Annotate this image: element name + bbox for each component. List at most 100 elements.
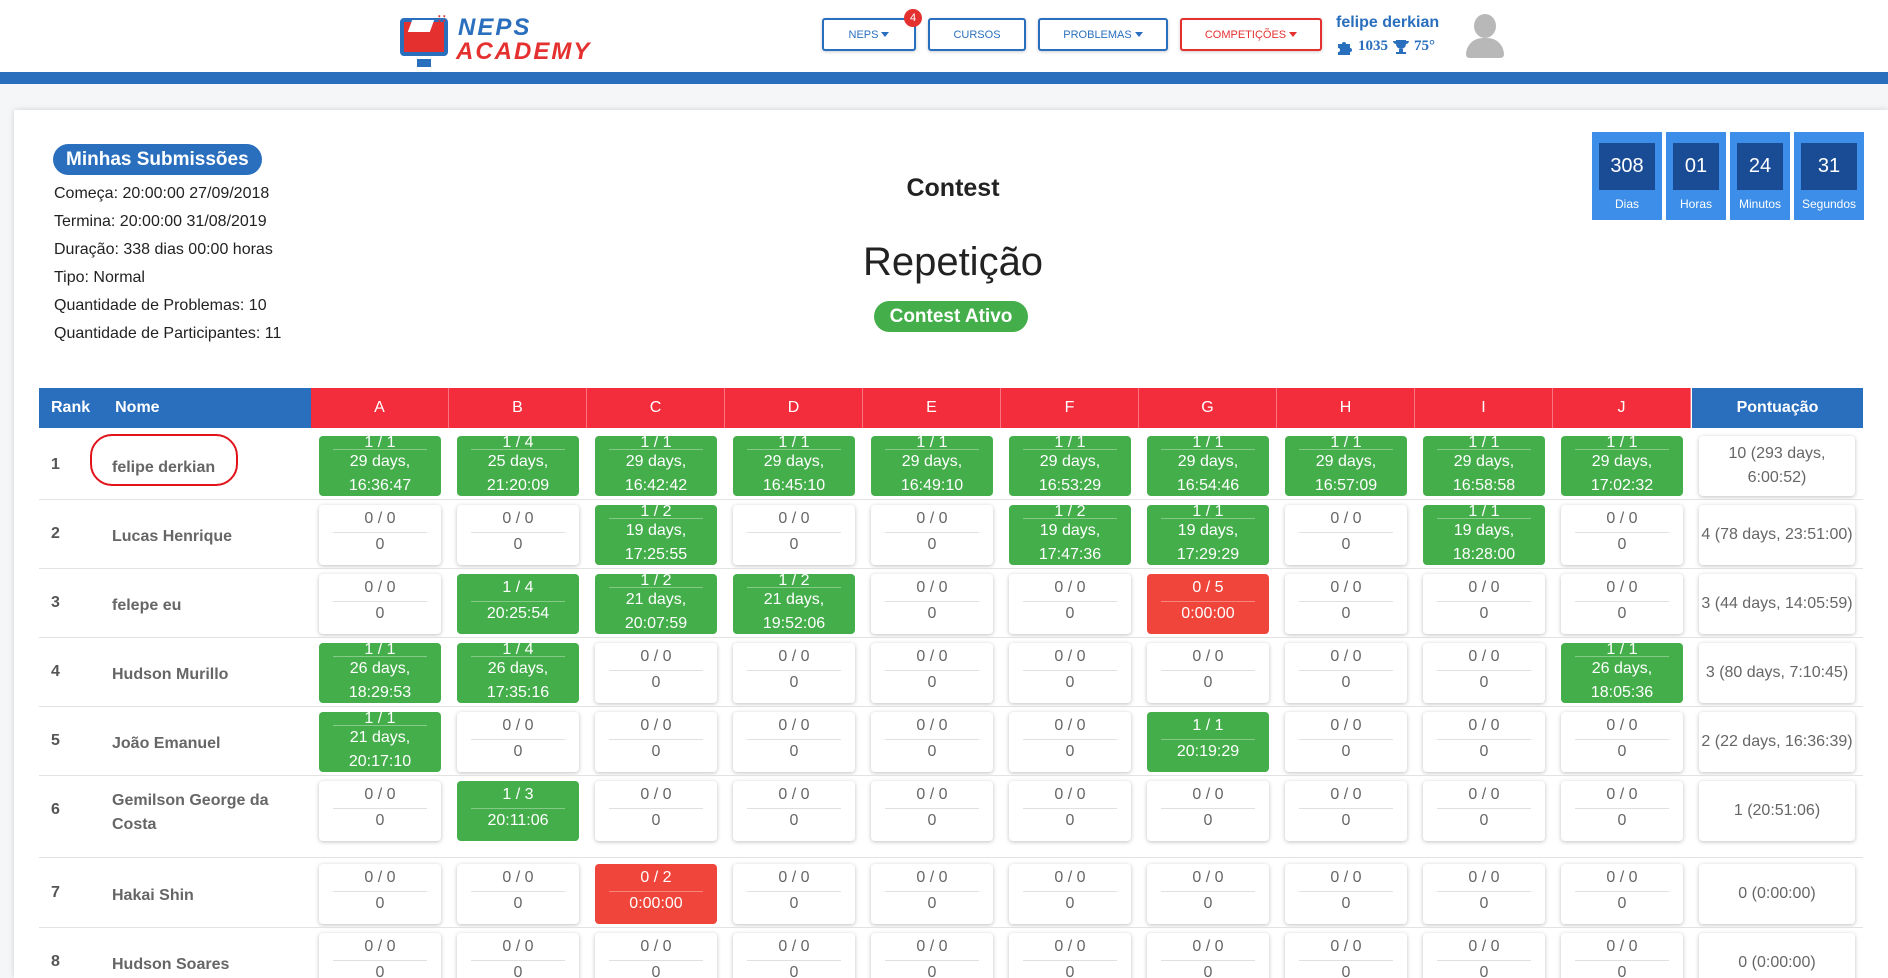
problem-cell-g[interactable]: 1 / 1 19 days, 17:29:29 xyxy=(1147,505,1269,565)
problem-cell-c[interactable]: 1 / 1 29 days, 16:42:42 xyxy=(595,436,717,496)
problem-cell-d[interactable]: 1 / 2 21 days, 19:52:06 xyxy=(733,574,855,634)
participant-name[interactable]: Gemilson George da Costa xyxy=(112,789,282,837)
problem-cell-i[interactable]: 1 / 1 19 days, 18:28:00 xyxy=(1423,505,1545,565)
problem-cell-d[interactable]: 0 / 0 0 xyxy=(733,864,855,924)
problem-cell-c[interactable]: 0 / 0 0 xyxy=(595,781,717,841)
problem-cell-f[interactable]: 0 / 0 0 xyxy=(1009,643,1131,703)
participant-name[interactable]: João Emanuel xyxy=(112,732,282,756)
problem-cell-b[interactable]: 0 / 0 0 xyxy=(457,864,579,924)
problem-cell-g[interactable]: 0 / 5 0:00:00 xyxy=(1147,574,1269,634)
problem-cell-d[interactable]: 0 / 0 0 xyxy=(733,781,855,841)
problem-cell-a[interactable]: 0 / 0 0 xyxy=(319,933,441,978)
problem-cell-b[interactable]: 1 / 4 25 days, 21:20:09 xyxy=(457,436,579,496)
problem-cell-j[interactable]: 1 / 1 26 days, 18:05:36 xyxy=(1561,643,1683,703)
problem-cell-c[interactable]: 0 / 0 0 xyxy=(595,933,717,978)
problem-cell-f[interactable]: 1 / 2 19 days, 17:47:36 xyxy=(1009,505,1131,565)
problem-cell-c[interactable]: 1 / 2 21 days, 20:07:59 xyxy=(595,574,717,634)
participant-name[interactable]: Hudson Soares xyxy=(112,953,282,977)
problem-cell-h[interactable]: 0 / 0 0 xyxy=(1285,781,1407,841)
problem-cell-a[interactable]: 1 / 1 21 days, 20:17:10 xyxy=(319,712,441,772)
problem-cell-j[interactable]: 1 / 1 29 days, 17:02:32 xyxy=(1561,436,1683,496)
problem-cell-b[interactable]: 1 / 3 20:11:06 xyxy=(457,781,579,841)
problem-header-d[interactable]: D xyxy=(725,388,863,428)
problem-cell-f[interactable]: 0 / 0 0 xyxy=(1009,781,1131,841)
participant-name[interactable]: Lucas Henrique xyxy=(112,525,282,549)
problem-cell-i[interactable]: 0 / 0 0 xyxy=(1423,574,1545,634)
problem-cell-f[interactable]: 1 / 1 29 days, 16:53:29 xyxy=(1009,436,1131,496)
problem-cell-c[interactable]: 1 / 2 19 days, 17:25:55 xyxy=(595,505,717,565)
problem-cell-c[interactable]: 0 / 0 0 xyxy=(595,712,717,772)
user-name[interactable]: felipe derkian xyxy=(1336,14,1439,32)
problem-cell-h[interactable]: 1 / 1 29 days, 16:57:09 xyxy=(1285,436,1407,496)
problem-cell-e[interactable]: 0 / 0 0 xyxy=(871,643,993,703)
problem-cell-h[interactable]: 0 / 0 0 xyxy=(1285,864,1407,924)
problem-cell-b[interactable]: 0 / 0 0 xyxy=(457,933,579,978)
problem-header-j[interactable]: J xyxy=(1553,388,1691,428)
problem-cell-e[interactable]: 1 / 1 29 days, 16:49:10 xyxy=(871,436,993,496)
problem-cell-j[interactable]: 0 / 0 0 xyxy=(1561,574,1683,634)
problem-cell-b[interactable]: 1 / 4 26 days, 17:35:16 xyxy=(457,643,579,703)
nav-cursos[interactable]: CURSOS xyxy=(928,18,1026,51)
problem-cell-e[interactable]: 0 / 0 0 xyxy=(871,505,993,565)
problem-cell-a[interactable]: 0 / 0 0 xyxy=(319,574,441,634)
problem-cell-e[interactable]: 0 / 0 0 xyxy=(871,712,993,772)
problem-cell-f[interactable]: 0 / 0 0 xyxy=(1009,933,1131,978)
problem-cell-b[interactable]: 1 / 4 20:25:54 xyxy=(457,574,579,634)
problem-cell-h[interactable]: 0 / 0 0 xyxy=(1285,574,1407,634)
neps-academy-logo[interactable]: ∷ NEPS ACADEMY xyxy=(400,12,589,67)
my-submissions-button[interactable]: Minhas Submissões xyxy=(53,144,262,175)
problem-cell-g[interactable]: 1 / 1 20:19:29 xyxy=(1147,712,1269,772)
problem-header-i[interactable]: I xyxy=(1415,388,1553,428)
problem-cell-j[interactable]: 0 / 0 0 xyxy=(1561,781,1683,841)
problem-cell-b[interactable]: 0 / 0 0 xyxy=(457,505,579,565)
problem-cell-c[interactable]: 0 / 0 0 xyxy=(595,643,717,703)
problem-header-b[interactable]: B xyxy=(449,388,587,428)
problem-header-g[interactable]: G xyxy=(1139,388,1277,428)
problem-cell-d[interactable]: 0 / 0 0 xyxy=(733,505,855,565)
problem-cell-d[interactable]: 0 / 0 0 xyxy=(733,643,855,703)
problem-cell-d[interactable]: 0 / 0 0 xyxy=(733,933,855,978)
problem-cell-j[interactable]: 0 / 0 0 xyxy=(1561,933,1683,978)
problem-cell-i[interactable]: 1 / 1 29 days, 16:58:58 xyxy=(1423,436,1545,496)
problem-header-a[interactable]: A xyxy=(311,388,449,428)
problem-cell-h[interactable]: 0 / 0 0 xyxy=(1285,643,1407,703)
problem-cell-a[interactable]: 0 / 0 0 xyxy=(319,505,441,565)
avatar[interactable] xyxy=(1466,14,1504,58)
problem-cell-e[interactable]: 0 / 0 0 xyxy=(871,933,993,978)
problem-header-h[interactable]: H xyxy=(1277,388,1415,428)
problem-cell-g[interactable]: 1 / 1 29 days, 16:54:46 xyxy=(1147,436,1269,496)
problem-cell-g[interactable]: 0 / 0 0 xyxy=(1147,643,1269,703)
problem-cell-i[interactable]: 0 / 0 0 xyxy=(1423,712,1545,772)
problem-cell-e[interactable]: 0 / 0 0 xyxy=(871,781,993,841)
problem-cell-a[interactable]: 1 / 1 29 days, 16:36:47 xyxy=(319,436,441,496)
problem-cell-j[interactable]: 0 / 0 0 xyxy=(1561,712,1683,772)
problem-cell-i[interactable]: 0 / 0 0 xyxy=(1423,781,1545,841)
problem-cell-g[interactable]: 0 / 0 0 xyxy=(1147,781,1269,841)
problem-cell-c[interactable]: 0 / 2 0:00:00 xyxy=(595,864,717,924)
problem-cell-f[interactable]: 0 / 0 0 xyxy=(1009,712,1131,772)
problem-cell-e[interactable]: 0 / 0 0 xyxy=(871,574,993,634)
problem-cell-a[interactable]: 0 / 0 0 xyxy=(319,864,441,924)
problem-cell-i[interactable]: 0 / 0 0 xyxy=(1423,643,1545,703)
participant-name[interactable]: Hudson Murillo xyxy=(112,663,282,687)
nav-neps-dropdown[interactable]: NEPS xyxy=(822,18,916,51)
problem-cell-a[interactable]: 0 / 0 0 xyxy=(319,781,441,841)
nav-problemas-dropdown[interactable]: PROBLEMAS xyxy=(1038,18,1168,51)
problem-cell-h[interactable]: 0 / 0 0 xyxy=(1285,505,1407,565)
problem-cell-i[interactable]: 0 / 0 0 xyxy=(1423,933,1545,978)
problem-cell-h[interactable]: 0 / 0 0 xyxy=(1285,933,1407,978)
problem-cell-j[interactable]: 0 / 0 0 xyxy=(1561,505,1683,565)
participant-name[interactable]: Hakai Shin xyxy=(112,884,282,908)
problem-cell-b[interactable]: 0 / 0 0 xyxy=(457,712,579,772)
problem-cell-h[interactable]: 0 / 0 0 xyxy=(1285,712,1407,772)
problem-cell-g[interactable]: 0 / 0 0 xyxy=(1147,933,1269,978)
problem-header-f[interactable]: F xyxy=(1001,388,1139,428)
participant-name[interactable]: felepe eu xyxy=(112,594,282,618)
problem-cell-a[interactable]: 1 / 1 26 days, 18:29:53 xyxy=(319,643,441,703)
problem-cell-f[interactable]: 0 / 0 0 xyxy=(1009,864,1131,924)
problem-cell-f[interactable]: 0 / 0 0 xyxy=(1009,574,1131,634)
problem-cell-d[interactable]: 0 / 0 0 xyxy=(733,712,855,772)
problem-cell-i[interactable]: 0 / 0 0 xyxy=(1423,864,1545,924)
problem-cell-g[interactable]: 0 / 0 0 xyxy=(1147,864,1269,924)
nav-competicoes-dropdown[interactable]: COMPETIÇÕES xyxy=(1180,18,1322,51)
